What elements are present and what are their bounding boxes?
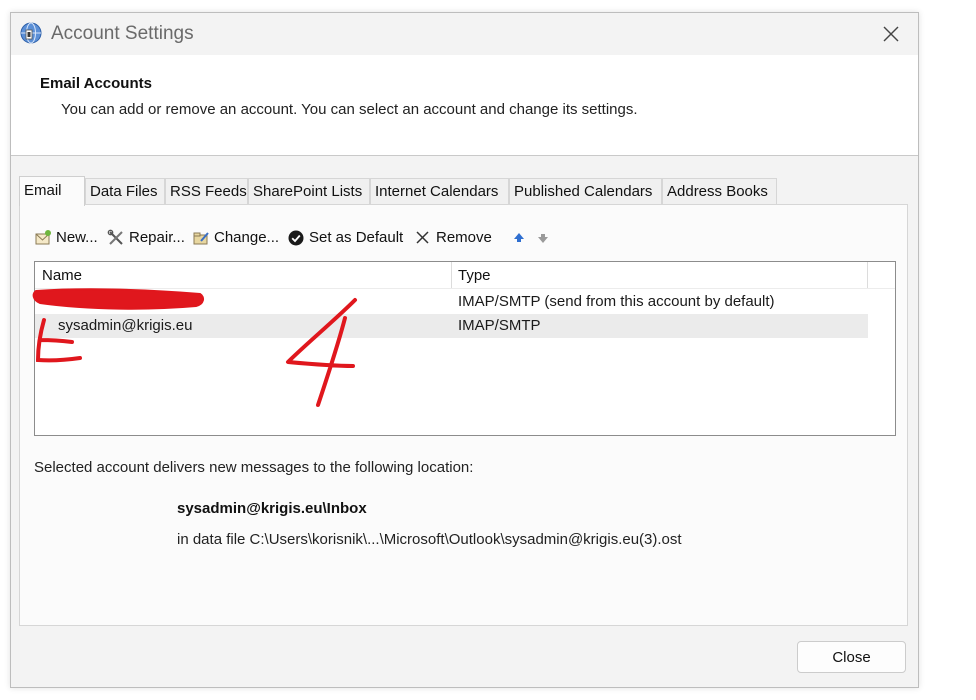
table-row[interactable]: IMAP/SMTP (send from this account by def… [35,290,868,314]
delivery-intro: Selected account delivers new messages t… [34,459,474,476]
new-mail-icon [35,230,51,245]
column-header-name[interactable]: Name [42,267,82,284]
arrow-down-icon [538,234,548,243]
data-file-path: in data file C:\Users\korisnik\...\Micro… [177,531,682,548]
change-folder-icon [193,232,209,245]
tab-sharepoint-lists[interactable]: SharePoint Lists [248,178,370,204]
column-header-type[interactable]: Type [458,267,491,284]
set-as-default-button[interactable]: Set as Default [287,227,403,249]
header-panel: Email Accounts You can add or remove an … [11,55,918,156]
remove-button[interactable]: Remove [414,227,492,249]
title-bar: Account Settings [11,13,918,55]
account-type: IMAP/SMTP [458,317,541,334]
section-title: Email Accounts [40,75,152,92]
new-label: New... [56,229,98,246]
repair-tools-icon [107,229,123,245]
move-up-button[interactable] [510,227,528,249]
inbox-location: sysadmin@krigis.eu\Inbox [177,500,367,517]
window-title: Account Settings [51,23,194,44]
new-button[interactable]: New... [34,227,98,249]
x-remove-icon [416,231,429,244]
arrow-up-icon [514,233,524,242]
table-row[interactable]: sysadmin@krigis.eu IMAP/SMTP [35,314,868,338]
tab-published-calendars[interactable]: Published Calendars [509,178,662,204]
column-divider[interactable] [867,262,868,288]
account-settings-window: Account Settings Email Accounts You can … [10,12,919,688]
account-type: IMAP/SMTP (send from this account by def… [458,293,775,310]
tab-data-files[interactable]: Data Files [85,178,165,204]
tab-rss-feeds[interactable]: RSS Feeds [165,178,248,204]
outlook-globe-icon [20,22,42,44]
account-name: sysadmin@krigis.eu [58,317,193,334]
accounts-list[interactable]: Name Type IMAP/SMTP (send from this acco… [34,261,896,436]
close-icon[interactable] [874,19,908,49]
check-circle-icon [288,230,304,246]
tab-address-books[interactable]: Address Books [662,178,777,204]
change-label: Change... [214,229,280,246]
change-button[interactable]: Change... [192,227,279,249]
email-tab-panel: New... Repair... Change... Set as Defaul… [19,204,908,626]
remove-label: Remove [436,229,492,246]
tab-email[interactable]: Email [19,176,85,206]
list-header: Name Type [35,262,895,289]
tab-internet-calendars[interactable]: Internet Calendars [370,178,509,204]
repair-button[interactable]: Repair... [107,227,185,249]
move-down-button[interactable] [534,227,552,249]
section-description: You can add or remove an account. You ca… [61,101,638,118]
column-divider[interactable] [451,262,452,288]
repair-label: Repair... [129,229,185,246]
set-as-default-label: Set as Default [309,229,404,246]
close-button[interactable]: Close [797,641,906,673]
